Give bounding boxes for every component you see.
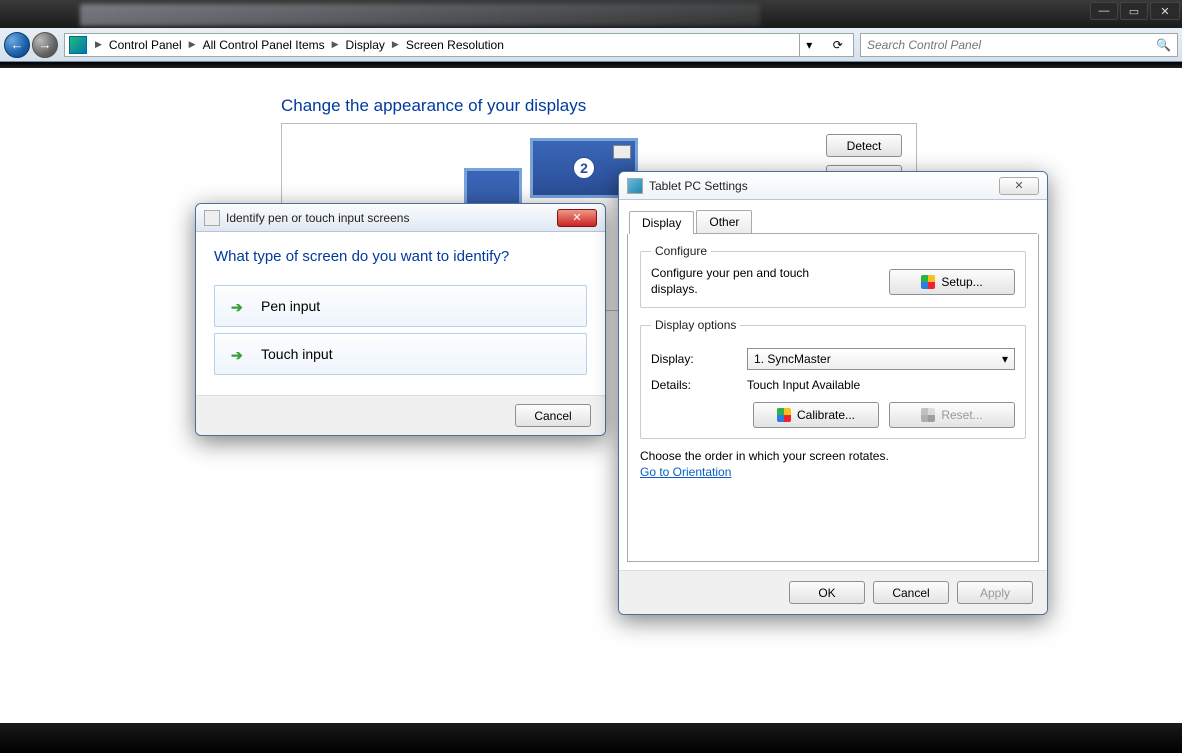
option-pen-input[interactable]: ➔ Pen input [214, 285, 587, 327]
breadcrumb-item-all-items[interactable]: All Control Panel Items [200, 38, 328, 52]
option-touch-input[interactable]: ➔ Touch input [214, 333, 587, 375]
tablet-icon [627, 178, 643, 194]
nav-back-button[interactable]: ← [4, 32, 30, 58]
identify-cancel-button[interactable]: Cancel [515, 404, 591, 427]
identify-input-dialog: Identify pen or touch input screens ✕ Wh… [195, 203, 606, 436]
details-label: Details: [651, 378, 747, 392]
dialog-title-text: Tablet PC Settings [649, 179, 748, 193]
dialog-titlebar[interactable]: Identify pen or touch input screens ✕ [196, 204, 605, 232]
reset-button[interactable]: Reset... [889, 402, 1015, 428]
dialog-close-button[interactable]: ✕ [999, 177, 1039, 195]
minimize-button[interactable]: — [1090, 2, 1118, 20]
footer-strip [0, 723, 1182, 753]
ok-button[interactable]: OK [789, 581, 865, 604]
setup-button-label: Setup... [941, 275, 982, 289]
window-titlebar: — ▭ ✕ [0, 0, 1182, 28]
search-input[interactable] [867, 38, 1152, 52]
search-box[interactable]: 🔍 [860, 33, 1178, 57]
nav-forward-button[interactable]: → [32, 32, 58, 58]
apply-button[interactable]: Apply [957, 581, 1033, 604]
display-select-value: 1. SyncMaster [754, 352, 831, 366]
display-options-legend: Display options [651, 318, 740, 332]
calibrate-button[interactable]: Calibrate... [753, 402, 879, 428]
breadcrumb-item-control-panel[interactable]: Control Panel [106, 38, 185, 52]
chevron-down-icon: ▾ [1002, 352, 1008, 366]
arrow-right-icon: → [39, 37, 52, 52]
arrow-left-icon: ← [11, 37, 24, 52]
dialog-title-text: Identify pen or touch input screens [226, 211, 409, 225]
display-label: Display: [651, 352, 747, 366]
tab-other[interactable]: Other [696, 210, 752, 233]
details-value: Touch Input Available [747, 378, 860, 392]
arrow-right-icon: ➔ [231, 299, 245, 313]
orientation-note: Choose the order in which your screen ro… [640, 449, 1026, 463]
configure-text: Configure your pen and touch displays. [651, 266, 851, 297]
dialog-question: What type of screen do you want to ident… [214, 248, 587, 265]
explorer-address-bar: ← → ▶ Control Panel ▶ All Control Panel … [0, 28, 1182, 62]
shield-icon [777, 408, 791, 422]
search-icon[interactable]: 🔍 [1156, 38, 1171, 52]
dialog-icon [204, 210, 220, 226]
arrow-right-icon: ➔ [231, 347, 245, 361]
detect-button[interactable]: Detect [826, 134, 902, 157]
configure-legend: Configure [651, 244, 711, 258]
monitor-2-number: 2 [573, 157, 595, 179]
reset-button-label: Reset... [941, 408, 982, 422]
close-button[interactable]: ✕ [1150, 2, 1180, 20]
chevron-right-icon: ▶ [392, 39, 399, 50]
dialog-titlebar[interactable]: Tablet PC Settings ✕ [619, 172, 1047, 200]
dialog-close-button[interactable]: ✕ [557, 209, 597, 227]
calibrate-button-label: Calibrate... [797, 408, 855, 422]
tab-display[interactable]: Display [629, 211, 694, 234]
chevron-right-icon: ▶ [332, 39, 339, 50]
background-tabs-blur [80, 4, 760, 26]
breadcrumb[interactable]: ▶ Control Panel ▶ All Control Panel Item… [64, 33, 854, 57]
cancel-button[interactable]: Cancel [873, 581, 949, 604]
tablet-pc-settings-dialog: Tablet PC Settings ✕ Display Other Confi… [618, 171, 1048, 615]
option-pen-label: Pen input [261, 298, 320, 314]
setup-button[interactable]: Setup... [889, 269, 1015, 295]
breadcrumb-item-screen-resolution[interactable]: Screen Resolution [403, 38, 507, 52]
shield-icon [921, 275, 935, 289]
display-options-group: Display options Display: 1. SyncMaster ▾… [640, 318, 1026, 439]
chevron-right-icon: ▶ [189, 39, 196, 50]
configure-group: Configure Configure your pen and touch d… [640, 244, 1026, 308]
chevron-right-icon: ▶ [95, 39, 102, 50]
shield-icon [921, 408, 935, 422]
breadcrumb-dropdown-icon[interactable]: ▾ [806, 38, 820, 52]
control-panel-icon [69, 36, 87, 54]
orientation-link[interactable]: Go to Orientation [640, 465, 731, 479]
display-select[interactable]: 1. SyncMaster ▾ [747, 348, 1015, 370]
refresh-icon[interactable]: ⟳ [833, 38, 847, 52]
option-touch-label: Touch input [261, 346, 333, 362]
tab-pane-display: Configure Configure your pen and touch d… [627, 234, 1039, 562]
maximize-button[interactable]: ▭ [1120, 2, 1148, 20]
page-heading: Change the appearance of your displays [281, 96, 586, 116]
breadcrumb-item-display[interactable]: Display [343, 38, 388, 52]
monitor-badge-icon [613, 145, 631, 159]
tabs-row: Display Other [629, 210, 1037, 234]
